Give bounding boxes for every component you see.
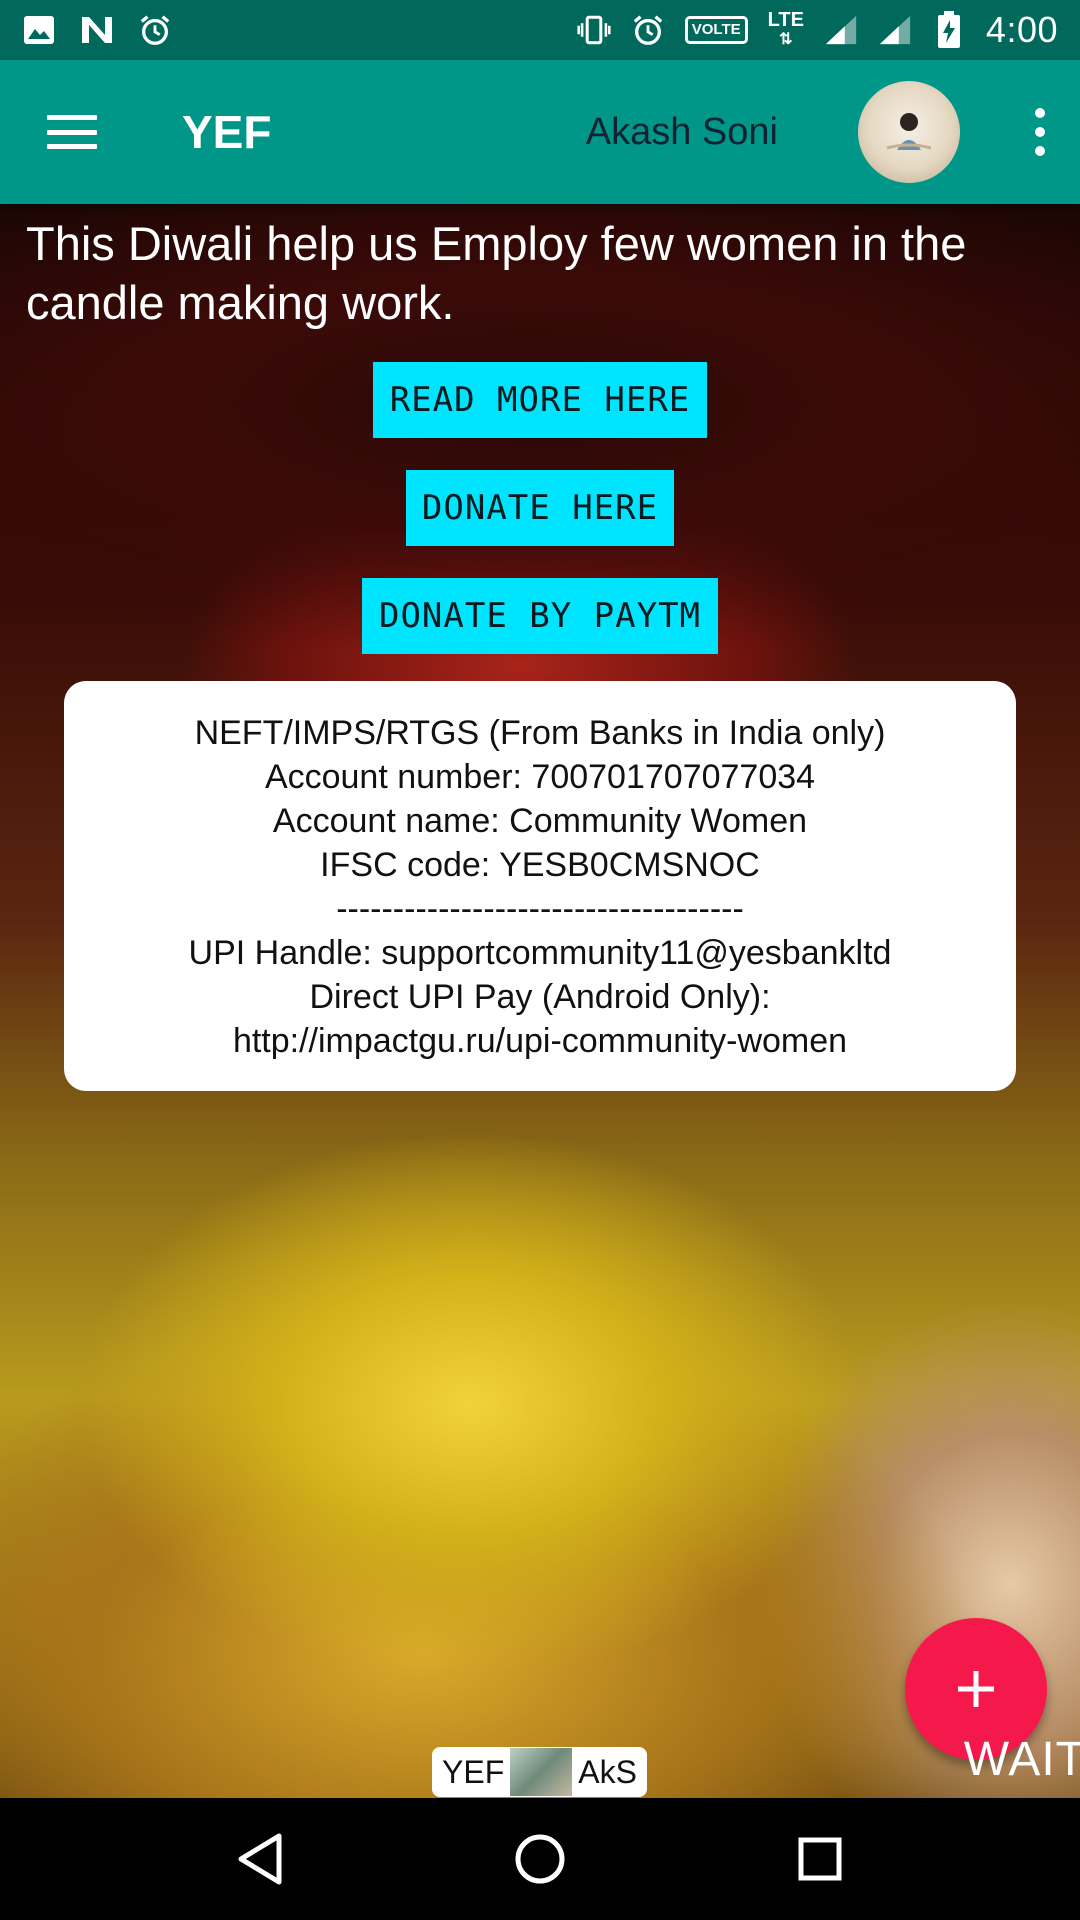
lte-label: LTE <box>767 9 804 31</box>
home-button[interactable] <box>495 1814 585 1904</box>
upi-handle: UPI Handle: supportcommunity11@yesbanklt… <box>188 934 892 972</box>
wait-text: WAIT <box>963 1733 1080 1786</box>
alarm-icon <box>138 13 172 47</box>
signal-icon <box>878 13 912 47</box>
user-name[interactable]: Akash Soni <box>586 111 778 154</box>
badge-right-label: AkS <box>578 1753 637 1790</box>
data-arrows-icon: ⇅ <box>779 31 793 48</box>
upi-pay-label: Direct UPI Pay (Android Only): <box>309 978 771 1016</box>
divider: ------------------------------------ <box>336 890 744 928</box>
badge-left-label: YEF <box>442 1753 505 1790</box>
image-icon <box>22 13 56 47</box>
app-title: YEF <box>182 106 272 158</box>
signal-icon <box>824 13 858 47</box>
vibrate-icon <box>577 13 611 47</box>
hamburger-icon <box>47 115 97 149</box>
donate-paytm-button[interactable]: DONATE BY PAYTM <box>362 578 718 654</box>
upi-pay-link[interactable]: http://impactgu.ru/upi-community-women <box>64 1019 1016 1063</box>
read-more-button[interactable]: READ MORE HERE <box>373 362 707 438</box>
avatar[interactable] <box>858 81 960 183</box>
account-name: Account name: Community Women <box>272 802 808 840</box>
back-button[interactable] <box>215 1814 305 1904</box>
yef-aks-badge[interactable]: YEF AkS <box>432 1747 647 1797</box>
n-icon <box>80 13 114 47</box>
back-icon <box>238 1833 282 1885</box>
menu-button[interactable] <box>0 60 144 204</box>
account-number: Account number: 700701707077034 <box>264 758 816 796</box>
lte-indicator: LTE ⇅ <box>767 9 804 49</box>
clock: 4:00 <box>985 9 1058 50</box>
bank-transfer-note: NEFT/IMPS/RTGS (From Banks in India only… <box>194 714 886 752</box>
badge-photo <box>510 1748 573 1796</box>
headline-text: This Diwali help us Employ few women in … <box>26 217 967 329</box>
donate-button[interactable]: DONATE HERE <box>406 470 674 546</box>
main-content: This Diwali help us Employ few women in … <box>0 204 1080 1798</box>
battery-charging-icon <box>932 11 966 48</box>
recents-icon <box>798 1837 842 1881</box>
ifsc-code: IFSC code: YESB0CMSNOC <box>320 846 760 884</box>
plus-icon <box>958 1671 994 1707</box>
recents-button[interactable] <box>775 1814 865 1904</box>
bank-details-card: NEFT/IMPS/RTGS (From Banks in India only… <box>64 681 1016 1091</box>
status-bar: VOLTE LTE ⇅ 4:00 <box>0 0 1080 60</box>
alarm-icon <box>631 13 665 47</box>
overflow-menu-button[interactable] <box>1010 60 1070 204</box>
navigation-bar <box>0 1798 1080 1920</box>
volte-badge: VOLTE <box>684 16 748 44</box>
person-photo-icon <box>886 113 932 150</box>
app-toolbar: YEF Akash Soni <box>0 60 1080 204</box>
home-icon <box>515 1834 565 1884</box>
